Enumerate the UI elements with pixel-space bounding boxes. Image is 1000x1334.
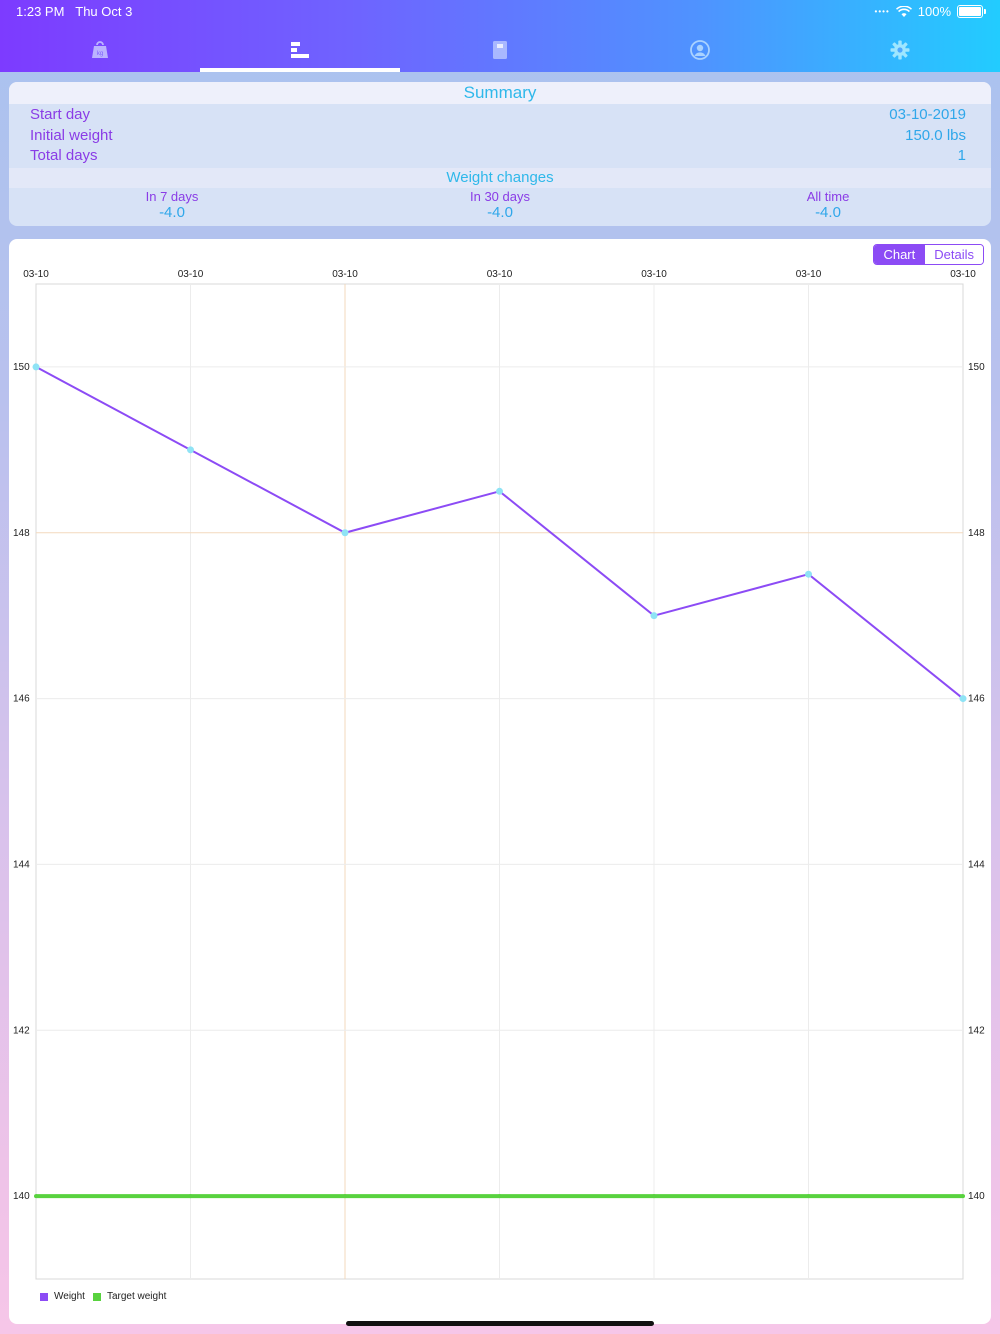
x-tick-label: 03-10 [950, 269, 976, 280]
x-tick-label: 03-10 [796, 269, 822, 280]
weight-changes-title: Weight changes [9, 168, 991, 188]
summary-row: Total days 1 [30, 147, 966, 167]
target-weight-point [497, 1194, 502, 1199]
tab-settings[interactable] [800, 28, 1000, 72]
target-weight-point [34, 1194, 38, 1199]
y-tick-label-left: 142 [13, 1025, 30, 1036]
profile-icon [690, 40, 710, 60]
weight-chart: 03-10 03-10 03-10 03-10 03-10 03-10 03-10 140 14… [13, 269, 985, 1280]
y-tick-label-left: 150 [13, 362, 30, 373]
y-tick-label-right: 144 [968, 859, 985, 870]
summary-row: Start day 03-10-2019 [30, 106, 966, 126]
weight-point [32, 363, 40, 371]
x-tick-label: 03-10 [178, 269, 204, 280]
y-tick-label-right: 148 [968, 528, 985, 539]
tab-profile[interactable] [600, 28, 800, 72]
signal-icon: •••• [874, 7, 890, 16]
x-tick-label: 03-10 [641, 269, 667, 280]
change-30-days: In 30 days -4.0 [400, 189, 600, 222]
status-clock: 1:23 PM [16, 4, 65, 19]
change-7-days: In 7 days -4.0 [72, 189, 272, 222]
legend-weight-label: Weight [54, 1291, 85, 1302]
change-all-time: All time -4.0 [728, 189, 928, 222]
target-weight-point [343, 1194, 347, 1199]
weight-point [959, 695, 967, 703]
battery-icon [957, 5, 983, 18]
change-label: In 7 days [145, 189, 199, 204]
y-tick-label-left: 144 [13, 859, 30, 870]
status-time: 1:23 PM Thu Oct 3 [16, 4, 132, 19]
weight-point [805, 570, 812, 578]
tab-chart[interactable] [200, 28, 400, 72]
weight-point [496, 487, 503, 495]
chart-legend: Weight Target weight [40, 1291, 166, 1302]
x-tick-label: 03-10 [487, 269, 513, 280]
x-tick-label: 03-10 [332, 269, 358, 280]
summary-value: 1 [957, 147, 966, 164]
tab-weight[interactable]: kg [0, 28, 200, 72]
chart-card: Chart Details 03-10 03-10 03-10 03-10 03-10 0… [9, 239, 991, 1324]
target-weight-point [652, 1194, 656, 1199]
weight-point [187, 446, 194, 454]
target-weight-point [961, 1194, 965, 1199]
y-tick-label-right: 146 [968, 694, 985, 705]
chart-icon [291, 42, 309, 58]
legend-target-label: Target weight [106, 1291, 167, 1302]
target-weight-point [188, 1194, 193, 1199]
book-icon [493, 41, 507, 59]
weight-point [650, 612, 658, 620]
y-tick-label-right: 140 [968, 1191, 985, 1202]
status-right: •••• 100% [875, 4, 986, 19]
tab-book[interactable] [400, 28, 600, 72]
tab-bar: kg [0, 28, 1000, 72]
home-indicator[interactable] [346, 1321, 654, 1326]
summary-panel: Summary Start day 03-10-2019 Initial wei… [9, 82, 991, 226]
summary-label: Initial weight [30, 127, 113, 144]
y-tick-label-right: 142 [968, 1025, 985, 1036]
x-tick-label: 03-10 [23, 269, 49, 280]
legend-target-swatch [92, 1292, 101, 1301]
change-label: In 30 days [470, 189, 530, 204]
y-tick-label-right: 150 [968, 362, 985, 373]
legend-weight-swatch [40, 1292, 48, 1301]
summary-value: 03-10-2019 [889, 106, 966, 123]
change-value: -4.0 [815, 204, 841, 221]
summary-label: Total days [30, 147, 98, 164]
weight-icon: kg [92, 41, 108, 58]
change-label: All time [806, 189, 850, 204]
target-weight-point [806, 1194, 811, 1199]
status-date: Thu Oct 3 [75, 4, 133, 19]
wifi-icon [895, 5, 912, 17]
y-tick-label-left: 146 [13, 694, 30, 705]
y-tick-label-left: 140 [13, 1191, 30, 1202]
svg-text:kg: kg [97, 51, 103, 57]
change-value: -4.0 [487, 204, 513, 221]
top-bar: 1:23 PM Thu Oct 3 •••• 100% kg [0, 0, 1000, 72]
summary-value: 150.0 lbs [905, 127, 966, 144]
weight-point [341, 529, 349, 537]
summary-title: Summary [9, 82, 991, 104]
change-value: -4.0 [159, 204, 185, 221]
gear-icon [890, 40, 910, 60]
summary-row: Initial weight 150.0 lbs [30, 127, 966, 147]
summary-label: Start day [30, 106, 91, 123]
y-tick-label-left: 148 [13, 528, 30, 539]
battery-percent: 100% [917, 4, 951, 19]
